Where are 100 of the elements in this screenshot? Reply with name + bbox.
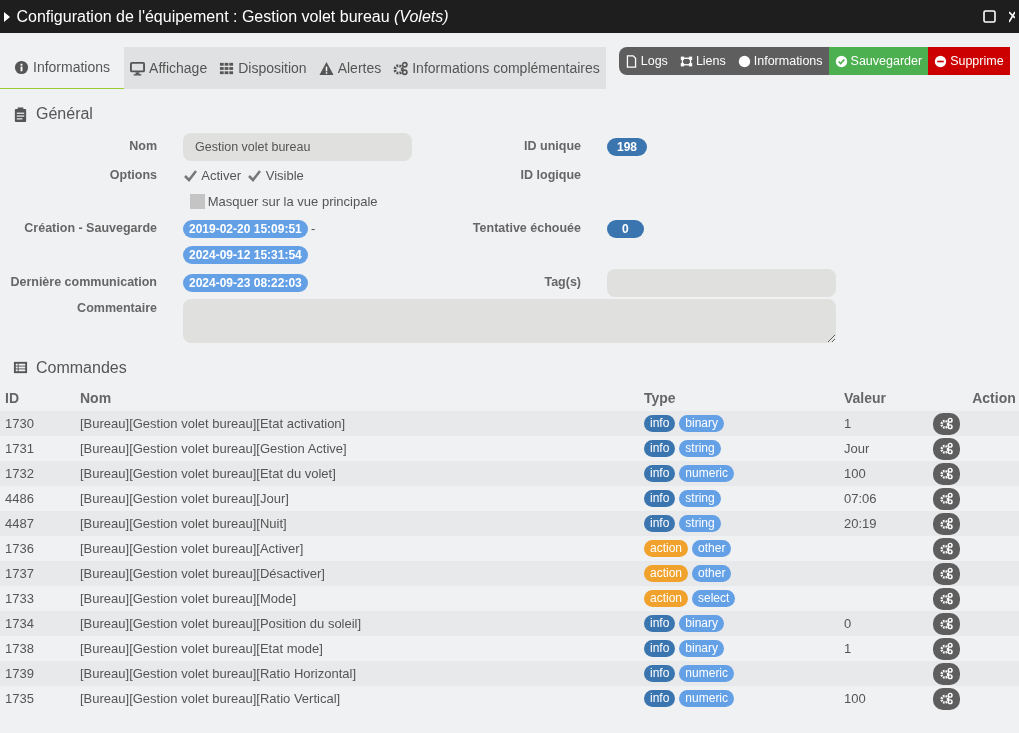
table-cell-text: 1736 xyxy=(5,539,35,558)
table-cell-text: 1730 xyxy=(5,414,35,433)
table-cell-text: 1738 xyxy=(5,639,35,658)
column-header: ID xyxy=(5,389,20,408)
action-button[interactable]: Logs xyxy=(618,47,674,75)
type-tag: info xyxy=(644,690,676,707)
name-field[interactable]: Gestion volet bureau xyxy=(183,132,412,161)
action-button[interactable]: Informations xyxy=(731,47,829,75)
type-tag: info xyxy=(644,415,676,432)
gears-icon xyxy=(939,567,954,580)
gears-icon xyxy=(939,492,954,505)
gears-icon xyxy=(939,542,954,555)
field-label: Commentaire xyxy=(76,299,157,317)
table-cell-text: [Bureau][Gestion volet bureau][Activer] xyxy=(80,539,305,558)
check-icon xyxy=(834,54,848,68)
column-header: Type xyxy=(644,389,677,408)
tab[interactable]: Informations complémentaires xyxy=(387,47,606,89)
grid-icon xyxy=(219,60,235,76)
settings-button[interactable] xyxy=(933,587,960,610)
checkbox-option[interactable]: Visible xyxy=(247,165,304,186)
table-cell-text: 4486 xyxy=(5,489,35,508)
table-cell-text: 1735 xyxy=(5,689,35,708)
subtype-tag: binary xyxy=(679,615,725,632)
table-cell-text: 1 xyxy=(844,639,853,658)
comment-field[interactable] xyxy=(183,298,836,343)
settings-button[interactable] xyxy=(933,487,960,510)
table-cell-text: [Bureau][Gestion volet bureau][Mode] xyxy=(80,589,298,608)
table-cell-text: 07:06 xyxy=(844,489,878,508)
table-cell-text: 100 xyxy=(844,464,867,483)
gears-icon xyxy=(939,692,954,705)
table-cell-text: 0 xyxy=(844,614,853,633)
gears-icon xyxy=(939,442,954,455)
settings-button[interactable] xyxy=(933,537,960,560)
field-label: ID logique xyxy=(519,167,581,185)
settings-button[interactable] xyxy=(933,462,960,485)
maximize-icon[interactable] xyxy=(983,10,996,23)
warning-icon xyxy=(318,60,334,76)
settings-button[interactable] xyxy=(933,562,960,585)
gears-icon xyxy=(939,592,954,605)
table-cell-text: 1733 xyxy=(5,589,35,608)
tab[interactable]: Disposition xyxy=(213,47,313,89)
settings-button[interactable] xyxy=(933,687,960,710)
column-header: Action xyxy=(971,389,1017,408)
gears-icon xyxy=(939,417,954,430)
table-cell-text: Jour xyxy=(844,439,871,458)
section-title: Commandes xyxy=(36,357,127,378)
type-tag: action xyxy=(644,590,689,607)
table-cell-text: 100 xyxy=(844,689,867,708)
action-button[interactable]: Liens xyxy=(673,47,732,75)
field-label: Tag(s) xyxy=(543,274,581,292)
subtype-tag: select xyxy=(692,590,736,607)
field-label: Tentative échouée xyxy=(471,220,581,238)
type-tag: info xyxy=(644,665,676,682)
checkbox-option[interactable]: Masquer sur la vue principale xyxy=(189,191,378,212)
settings-button[interactable] xyxy=(933,662,960,685)
subtype-tag: string xyxy=(679,490,721,507)
subtype-tag: other xyxy=(692,565,732,582)
field-label: Dernière communication xyxy=(9,274,157,292)
settings-button[interactable] xyxy=(933,637,960,660)
table-cell-text: 1 xyxy=(844,414,853,433)
field-label: ID unique xyxy=(523,138,581,156)
table-cell-text: [Bureau][Gestion volet bureau][Désactiver] xyxy=(80,564,326,583)
table-cell-text: [Bureau][Gestion volet bureau][Position du soleil] xyxy=(80,614,363,633)
settings-button[interactable] xyxy=(933,512,960,535)
subtype-tag: numeric xyxy=(679,465,735,482)
tab[interactable]: Alertes xyxy=(312,47,388,89)
subtype-tag: numeric xyxy=(679,690,735,707)
window-title: Configuration de l'équipement : Gestion volet bureau (Volets) xyxy=(16,6,450,27)
table-cell-text: [Bureau][Gestion volet bureau][Nuit] xyxy=(80,514,288,533)
field-label: Création - Sauvegarde xyxy=(23,220,157,238)
gears-icon xyxy=(393,60,409,76)
tab[interactable]: Affichage xyxy=(124,47,214,89)
file-icon xyxy=(624,54,638,68)
section-title: Général xyxy=(36,104,93,124)
subtype-tag: numeric xyxy=(679,665,735,682)
monitor-icon xyxy=(130,60,146,76)
checkbox-icon xyxy=(189,194,205,209)
type-tag: info xyxy=(644,615,676,632)
date-badge: 2024-09-23 08:22:03 xyxy=(183,273,308,292)
type-tag: info xyxy=(644,465,676,482)
table-cell-text: [Bureau][Gestion volet bureau][Etat mode] xyxy=(80,639,324,658)
settings-button[interactable] xyxy=(933,437,960,460)
close-icon[interactable] xyxy=(1009,10,1015,23)
date-badge: 2019-02-20 15:09:51 xyxy=(183,219,308,238)
action-button[interactable]: Supprime xyxy=(928,47,1010,75)
table-cell-text: 1737 xyxy=(5,564,35,583)
subtype-tag: binary xyxy=(679,415,725,432)
caret-icon[interactable] xyxy=(4,11,10,22)
checkbox-option[interactable]: Activer xyxy=(183,165,241,186)
link-icon xyxy=(679,54,693,68)
subtype-tag: other xyxy=(692,540,732,557)
settings-button[interactable] xyxy=(933,412,960,435)
table-cell-text: [Bureau][Gestion volet bureau][Jour] xyxy=(80,489,290,508)
settings-button[interactable] xyxy=(933,612,960,635)
id-badge: 198 xyxy=(607,137,648,156)
checkmark-icon xyxy=(183,168,198,183)
table-cell-text: 1739 xyxy=(5,664,35,683)
table-cell-text: 20:19 xyxy=(844,514,878,533)
gears-icon xyxy=(939,617,954,630)
date-badge: 2024-09-12 15:31:54 xyxy=(183,245,308,264)
